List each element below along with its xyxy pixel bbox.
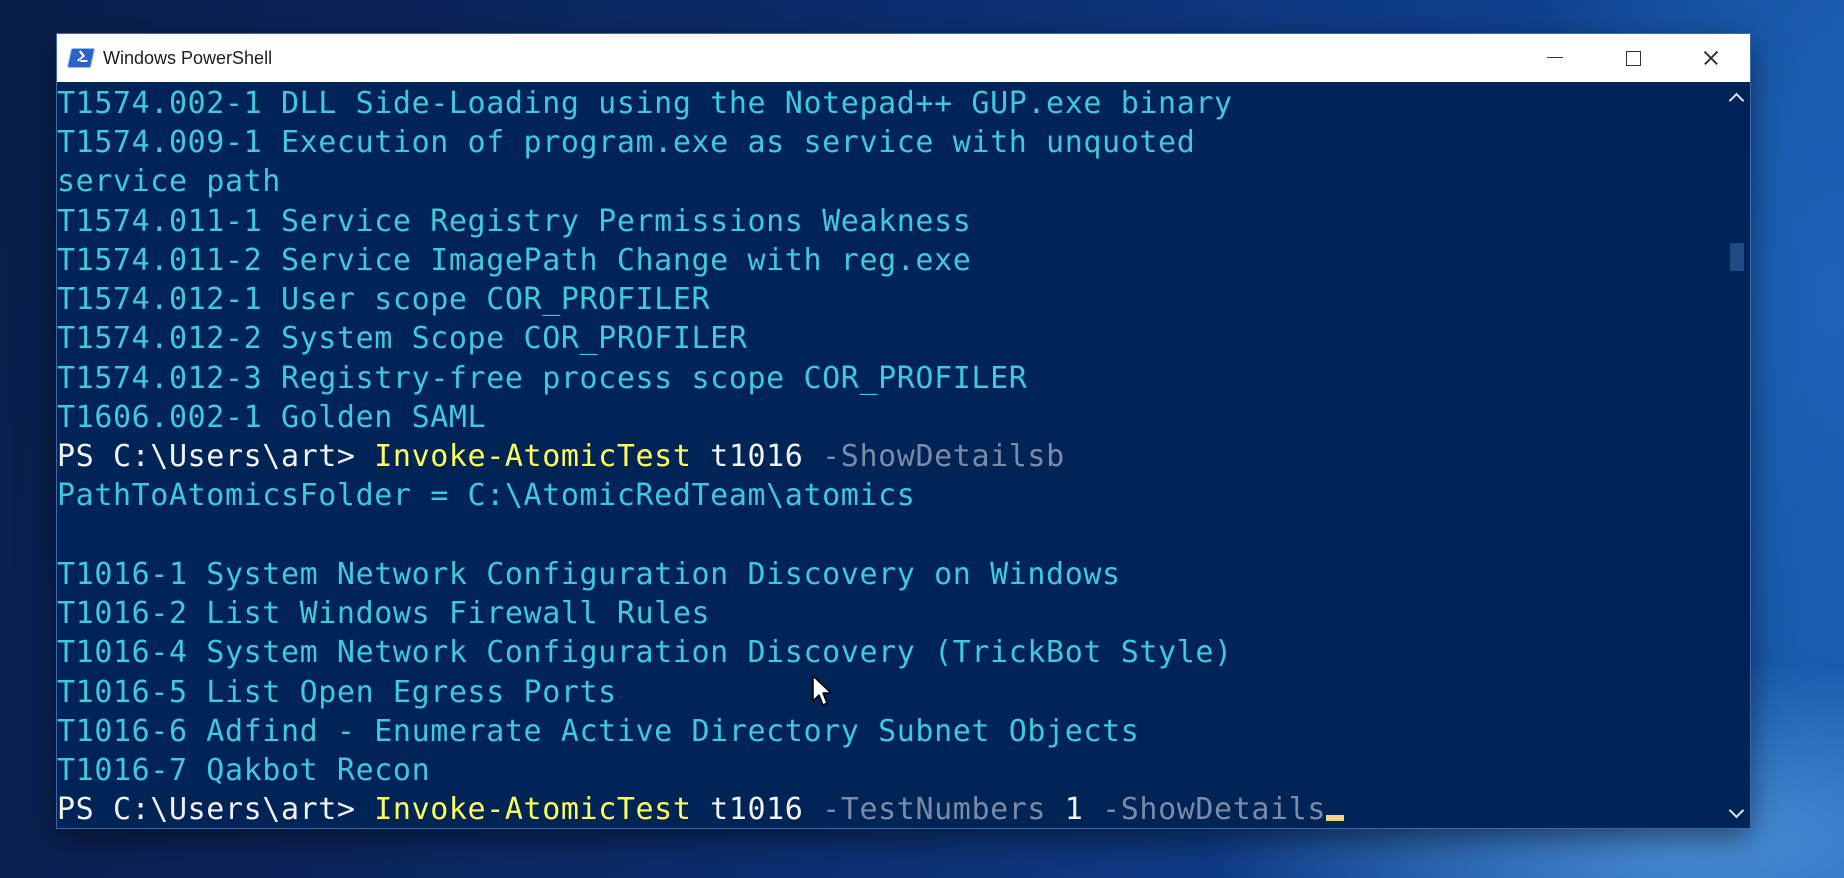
- window-title: Windows PowerShell: [103, 47, 273, 68]
- console-line: T1574.011-1 Service Registry Permissions…: [57, 204, 972, 239]
- window-controls: [1516, 34, 1750, 82]
- console-line: T1016-1 System Network Configuration Dis…: [57, 557, 1121, 592]
- vertical-scrollbar[interactable]: [1723, 82, 1750, 828]
- console-line: T1016-7 Qakbot Recon: [57, 753, 431, 788]
- prompt-text: PS C:\Users\art>: [57, 439, 375, 474]
- title-bar[interactable]: Windows PowerShell: [57, 34, 1750, 82]
- console-line: T1016-6 Adfind - Enumerate Active Direct…: [57, 714, 1140, 749]
- close-icon[interactable]: [1672, 34, 1750, 82]
- console-output[interactable]: T1574.002-1 DLL Side-Loading using the N…: [57, 82, 1723, 828]
- scrollbar-thumb[interactable]: [1730, 243, 1744, 271]
- maximize-icon[interactable]: [1594, 34, 1672, 82]
- console-line: T1574.012-2 System Scope COR_PROFILER: [57, 321, 748, 356]
- console-line: T1574.012-3 Registry-free process scope …: [57, 361, 1028, 396]
- minimize-icon[interactable]: [1516, 34, 1594, 82]
- console-line: T1606.002-1 Golden SAML: [57, 400, 487, 435]
- console-line: T1574.002-1 DLL Side-Loading using the N…: [57, 86, 1233, 121]
- command-argument: t1016: [691, 439, 804, 474]
- console-line: T1016-2 List Windows Firewall Rules: [57, 596, 711, 631]
- console-line: PathToAtomicsFolder = C:\AtomicRedTeam\a…: [57, 478, 916, 513]
- powershell-icon[interactable]: [66, 48, 96, 68]
- scroll-up-icon[interactable]: [1723, 82, 1750, 112]
- console-line: service path: [57, 164, 281, 199]
- command-parameter: -ShowDetailsb: [803, 439, 1065, 474]
- command-argument: 1: [1046, 792, 1084, 827]
- mouse-pointer-icon: [812, 675, 832, 706]
- console-line: T1016-4 System Network Configuration Dis…: [57, 635, 1233, 670]
- scroll-down-icon[interactable]: [1723, 798, 1750, 828]
- command-parameter: -TestNumbers: [803, 792, 1047, 827]
- console-line: T1574.012-1 User scope COR_PROFILER: [57, 282, 711, 317]
- console-line: T1574.009-1 Execution of program.exe as …: [57, 125, 1196, 160]
- prompt-line-current[interactable]: PS C:\Users\art> Invoke-AtomicTest t1016…: [57, 790, 1345, 828]
- console-line: T1574.011-2 Service ImagePath Change wit…: [57, 243, 972, 278]
- prompt-line: PS C:\Users\art> Invoke-AtomicTest t1016…: [57, 437, 1065, 476]
- command-argument: t1016: [691, 792, 804, 827]
- text-cursor: [1326, 815, 1345, 821]
- prompt-text: PS C:\Users\art>: [57, 792, 375, 827]
- command-name: Invoke-AtomicTest: [374, 792, 692, 827]
- powershell-window: Windows PowerShell T1574.002-1 DLL Side-…: [57, 34, 1750, 828]
- console-line: T1016-5 List Open Egress Ports: [57, 675, 617, 710]
- command-parameter: -ShowDetails: [1083, 792, 1327, 827]
- command-name: Invoke-AtomicTest: [374, 439, 692, 474]
